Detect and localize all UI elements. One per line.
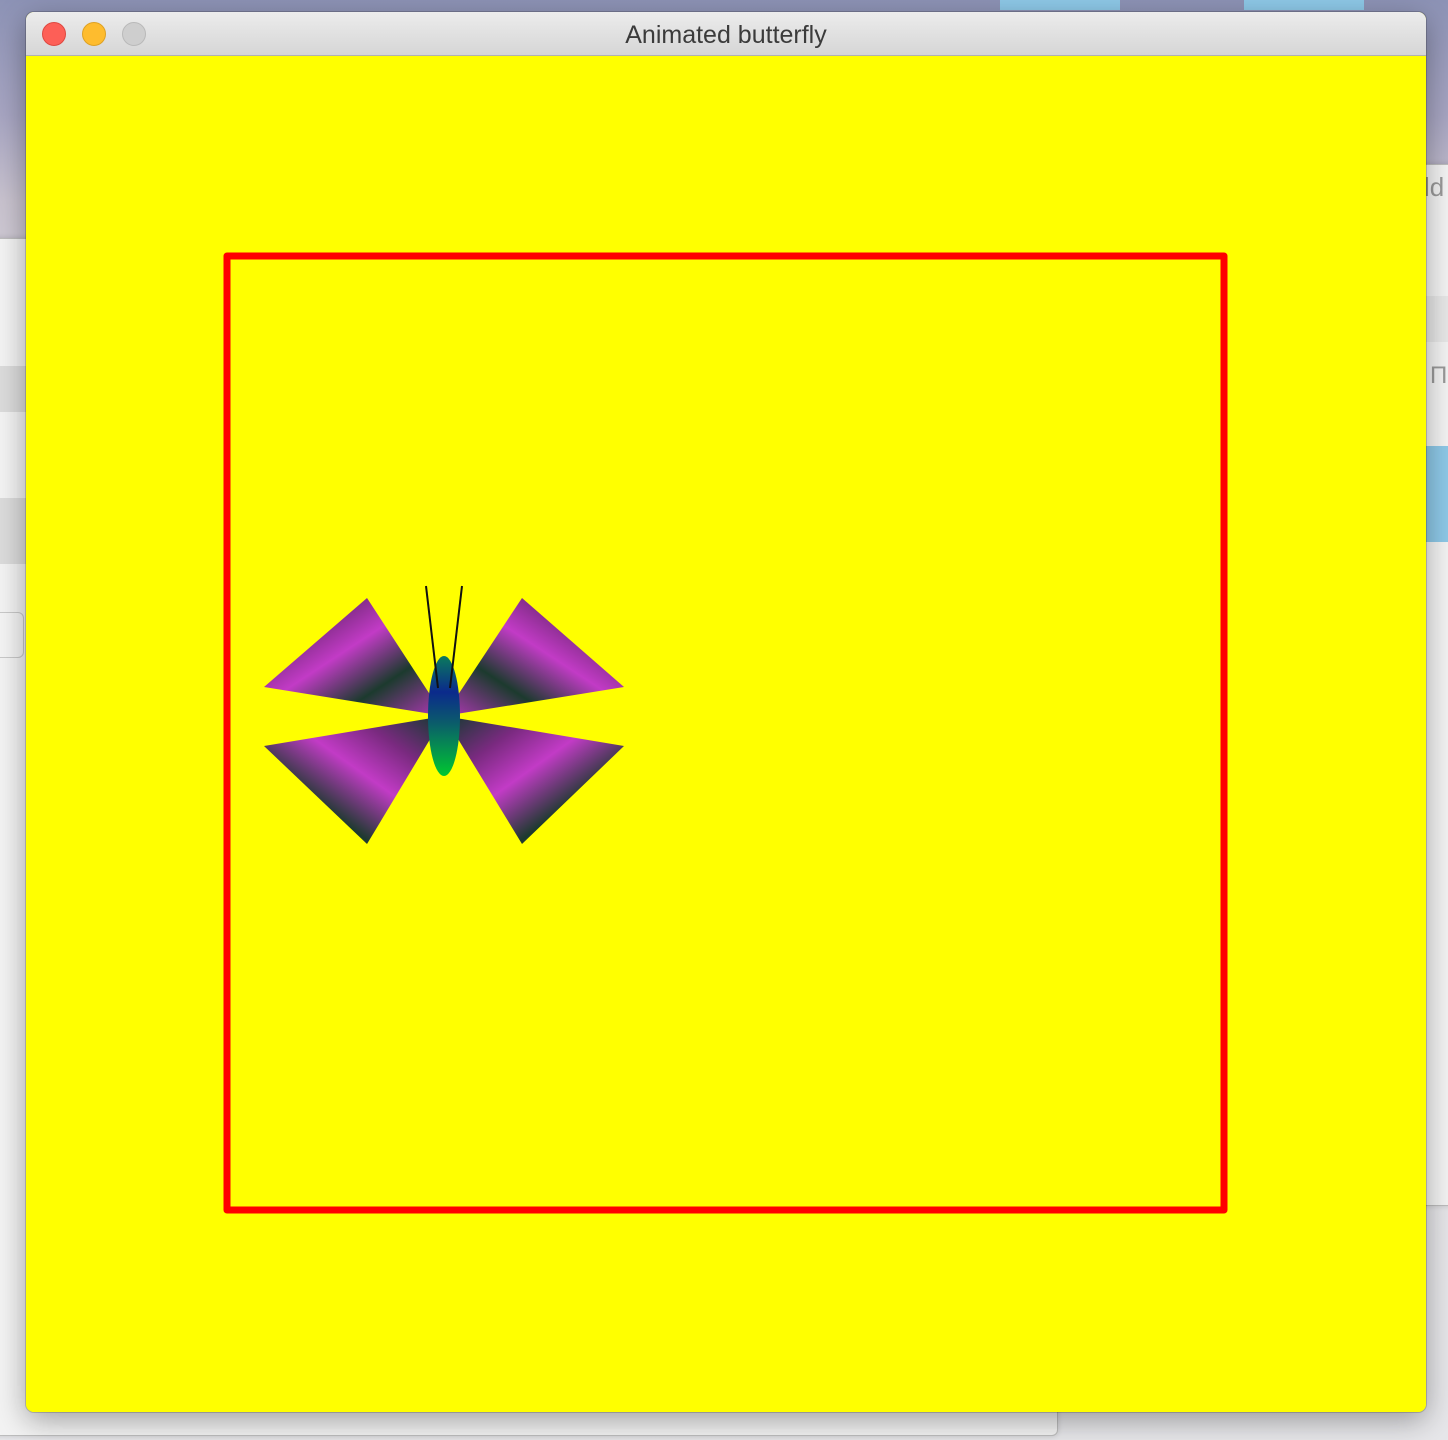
- app-window: Animated butterfly: [26, 12, 1426, 1412]
- upper-left-wing: [264, 598, 444, 716]
- background-toolbar-strip: [0, 498, 26, 564]
- background-window-partial-text: ld: [1424, 172, 1445, 202]
- left-antenna: [425, 585, 439, 689]
- background-window-tab: [1000, 0, 1120, 10]
- right-antenna: [449, 585, 463, 689]
- background-window-partial-glyph: П: [1430, 362, 1448, 389]
- lower-right-wing: [444, 716, 624, 844]
- butterfly-scene: [223, 252, 1228, 1214]
- butterfly-body: [428, 656, 460, 776]
- background-window-tab: [1244, 0, 1364, 10]
- window-titlebar[interactable]: Animated butterfly: [26, 12, 1426, 56]
- background-right-selection: [1424, 446, 1448, 542]
- window-title: Animated butterfly: [625, 21, 827, 49]
- butterfly: [264, 585, 624, 844]
- background-toolbar-strip: [0, 366, 26, 412]
- lower-left-wing: [264, 716, 444, 844]
- upper-right-wing: [444, 598, 624, 716]
- background-right-strip: [1426, 296, 1448, 342]
- background-window-icon-button: [0, 612, 24, 658]
- animation-canvas: [26, 56, 1426, 1412]
